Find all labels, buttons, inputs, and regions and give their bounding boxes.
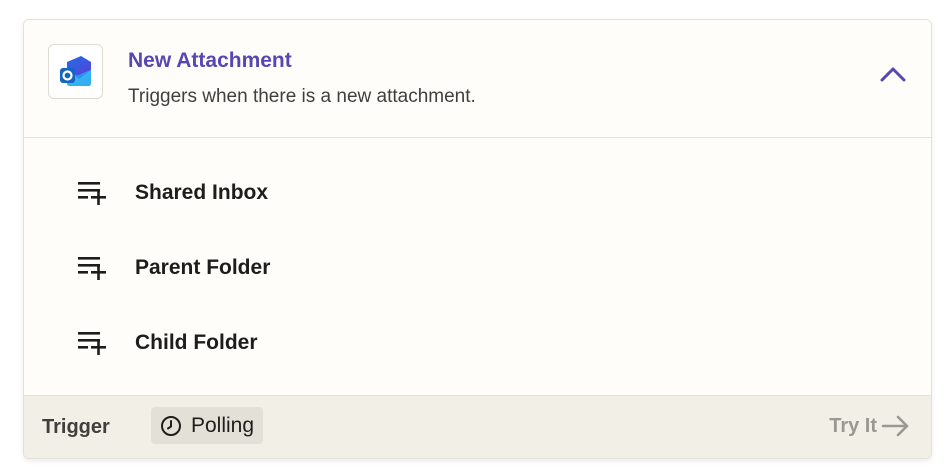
trigger-footer: Trigger Polling Try It	[24, 395, 931, 458]
add-field-icon	[76, 177, 108, 209]
trigger-description: Triggers when there is a new attachment.	[128, 86, 476, 107]
arrow-right-icon	[881, 415, 909, 437]
field-label: Child Folder	[135, 331, 258, 354]
trigger-header[interactable]: New Attachment Triggers when there is a …	[24, 20, 931, 138]
step-type-label: Trigger	[42, 416, 110, 438]
chevron-up-icon	[880, 67, 906, 82]
field-parent-folder[interactable]: Parent Folder	[76, 248, 270, 288]
trigger-card: New Attachment Triggers when there is a …	[23, 19, 932, 459]
outlook-icon	[48, 44, 103, 99]
field-label: Shared Inbox	[135, 181, 269, 204]
trigger-title: New Attachment	[128, 49, 292, 72]
field-label: Parent Folder	[135, 256, 271, 279]
polling-badge: Polling	[151, 407, 264, 444]
try-it-label: Try It	[829, 414, 877, 437]
try-it-button[interactable]: Try It	[829, 414, 911, 438]
collapse-button[interactable]	[877, 60, 909, 88]
polling-label: Polling	[191, 413, 255, 437]
add-field-icon	[76, 252, 108, 284]
field-child-folder[interactable]: Child Folder	[76, 323, 258, 363]
field-shared-inbox[interactable]: Shared Inbox	[76, 173, 268, 213]
clock-icon	[161, 415, 181, 436]
add-field-icon	[76, 327, 108, 359]
